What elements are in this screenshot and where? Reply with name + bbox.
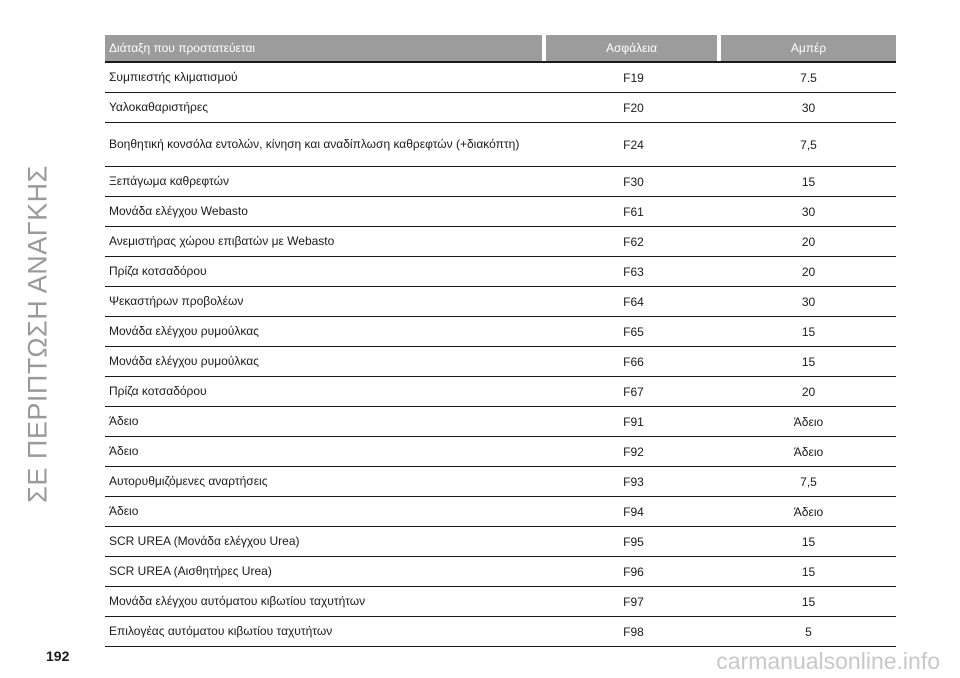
cell-device: Ξεπάγωμα καθρεφτών [109,174,229,188]
table-row: Πρίζα κοτσαδόρου F63 20 [105,257,896,287]
table-row: Άδειο F92 Άδειο [105,437,896,467]
cell-device: Ψεκαστήρων προβολέων [109,294,244,308]
cell-amperes: 20 [801,234,816,249]
cell-fuse: F93 [623,474,644,489]
cell-fuse: F63 [623,264,644,279]
table-row: Άδειο F94 Άδειο [105,497,896,527]
cell-amperes: 15 [801,174,816,189]
cell-fuse: F92 [623,444,644,459]
header-fuse: Ασφάλεια [546,35,717,61]
cell-amperes: 15 [801,354,816,369]
cell-device: SCR UREA (Μονάδα ελέγχου Urea) [109,534,300,548]
table-row: Ξεπάγωμα καθρεφτών F30 15 [105,167,896,197]
cell-amperes: 30 [801,204,816,219]
cell-fuse: F30 [623,174,644,189]
header-amperes: Αμπέρ [721,35,896,61]
watermark: carmanualsonline.info [716,648,940,674]
table-row: Αυτορυθμιζόμενες αναρτήσεις F93 7,5 [105,467,896,497]
cell-amperes: 15 [801,324,816,339]
cell-amperes: 30 [801,100,816,115]
fuse-table: Διάταξη που προστατεύεται Ασφάλεια Αμπέρ… [105,35,896,647]
cell-amperes: 7.5 [800,70,817,85]
cell-device: Μονάδα ελέγχου Webasto [109,204,248,218]
cell-device: Μονάδα ελέγχου ρυμούλκας [109,324,259,338]
table-row: Μονάδα ελέγχου αυτόματου κιβωτίου ταχυτή… [105,587,896,617]
table-row: Μονάδα ελέγχου ρυμούλκας F65 15 [105,317,896,347]
table-row: Μονάδα ελέγχου Webasto F61 30 [105,197,896,227]
cell-amperes: 20 [801,264,816,279]
cell-device: Βοηθητική κονσόλα εντολών, κίνηση και αν… [109,137,520,151]
cell-fuse: F65 [623,324,644,339]
cell-fuse: F96 [623,564,644,579]
table-row: Μονάδα ελέγχου ρυμούλκας F66 15 [105,347,896,377]
table-row: Ψεκαστήρων προβολέων F64 30 [105,287,896,317]
cell-device: SCR UREA (Αισθητήρες Urea) [109,564,272,578]
cell-amperes: 5 [805,624,812,639]
cell-amperes: 15 [801,534,816,549]
table-row: Υαλοκαθαριστήρες F20 30 [105,93,896,123]
cell-device: Αυτορυθμιζόμενες αναρτήσεις [109,474,268,488]
cell-device: Συμπιεστής κλιματισμού [109,70,238,84]
table-body: Συμπιεστής κλιματισμού F19 7.5 Υαλοκαθαριστ… [105,63,896,647]
table-row: Πρίζα κοτσαδόρου F67 20 [105,377,896,407]
cell-amperes: 30 [801,294,816,309]
header-device: Διάταξη που προστατεύεται [105,35,542,61]
table-row: SCR UREA (Αισθητήρες Urea) F96 15 [105,557,896,587]
cell-amperes: Άδειο [793,504,824,519]
cell-fuse: F64 [623,294,644,309]
cell-fuse: F61 [623,204,644,219]
cell-device: Ανεμιστήρας χώρου επιβατών με Webasto [109,234,335,248]
cell-fuse: F91 [623,414,644,429]
table-row: Συμπιεστής κλιματισμού F19 7.5 [105,63,896,93]
section-side-title: ΣΕ ΠΕΡΙΠΤΩΣΗ ΑΝΑΓΚΗΣ [22,165,53,503]
cell-device: Επιλογέας αυτόματου κιβωτίου ταχυτήτων [109,624,333,638]
cell-fuse: F62 [623,234,644,249]
cell-amperes: Άδειο [793,444,824,459]
page-number: 192 [46,648,70,664]
cell-fuse: F95 [623,534,644,549]
cell-fuse: F94 [623,504,644,519]
table-row: Ανεμιστήρας χώρου επιβατών με Webasto F62… [105,227,896,257]
cell-fuse: F98 [623,624,644,639]
cell-device: Άδειο [109,444,139,458]
cell-fuse: F20 [623,100,644,115]
cell-fuse: F24 [623,137,644,152]
cell-device: Άδειο [109,504,139,518]
cell-device: Πρίζα κοτσαδόρου [109,264,207,278]
table-row: Επιλογέας αυτόματου κιβωτίου ταχυτήτων F9… [105,617,896,647]
cell-fuse: F67 [623,384,644,399]
cell-device: Άδειο [109,414,139,428]
cell-device: Υαλοκαθαριστήρες [109,100,209,114]
cell-fuse: F97 [623,594,644,609]
cell-device: Μονάδα ελέγχου ρυμούλκας [109,354,259,368]
table-row: Άδειο F91 Άδειο [105,407,896,437]
table-row: Βοηθητική κονσόλα εντολών, κίνηση και αν… [105,123,896,167]
cell-amperes: 7,5 [800,137,817,152]
table-header: Διάταξη που προστατεύεται Ασφάλεια Αμπέρ [105,35,896,61]
cell-fuse: F19 [623,70,644,85]
cell-amperes: 7,5 [800,474,817,489]
cell-amperes: 20 [801,384,816,399]
cell-device: Πρίζα κοτσαδόρου [109,384,207,398]
cell-amperes: 15 [801,594,816,609]
cell-fuse: F66 [623,354,644,369]
table-row: SCR UREA (Μονάδα ελέγχου Urea) F95 15 [105,527,896,557]
cell-amperes: 15 [801,564,816,579]
cell-amperes: Άδειο [793,414,824,429]
cell-device: Μονάδα ελέγχου αυτόματου κιβωτίου ταχυτή… [109,594,366,608]
